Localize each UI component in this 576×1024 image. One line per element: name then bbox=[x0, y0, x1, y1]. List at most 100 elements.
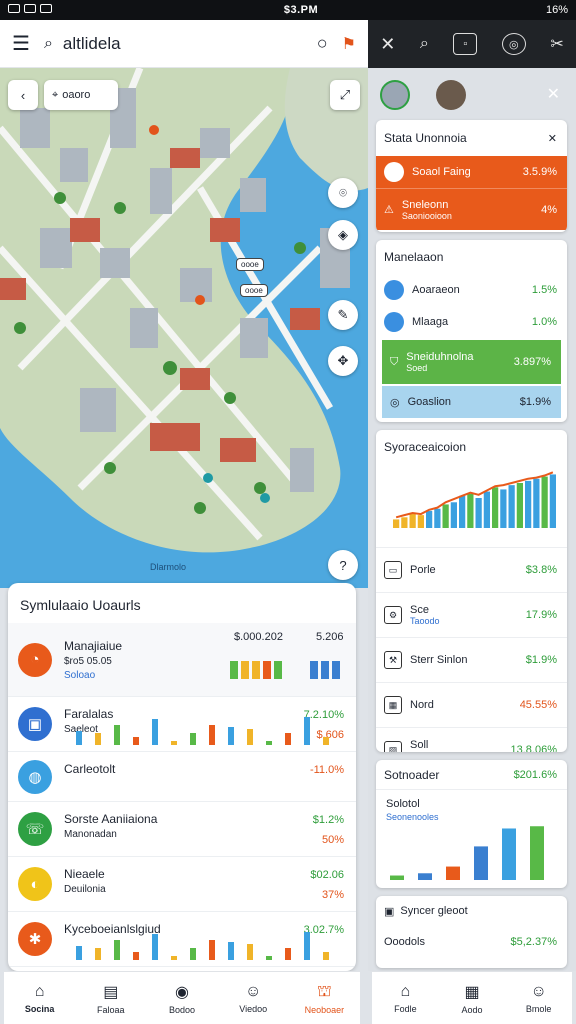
chart-card: Syoraceaicoion ▭ Porle $3.8% ⚙ Sce Taoodo 17.9… bbox=[376, 430, 567, 752]
summary-row[interactable]: ✱ Kyceboeianlslgiud 3.02.7% bbox=[8, 912, 356, 967]
main-row-title: Manajiaiue bbox=[64, 638, 123, 653]
summary-row[interactable]: ☏ Sorste Aaniiaiona Manonadan $1.2% 50% bbox=[8, 802, 356, 857]
avatar[interactable] bbox=[380, 80, 410, 110]
spark-bar bbox=[133, 952, 139, 960]
window-icon[interactable]: ▫ bbox=[453, 33, 478, 55]
avatar[interactable] bbox=[436, 80, 466, 110]
main-row-link[interactable]: Soloao bbox=[64, 670, 122, 681]
map-graphic bbox=[0, 68, 368, 588]
info-button[interactable]: ✎ bbox=[328, 300, 358, 330]
map-label[interactable]: oooe bbox=[240, 284, 268, 297]
spark-bar bbox=[209, 725, 215, 745]
top-bar: ☰ ⌕ altlidela ○ ⚑ bbox=[0, 20, 368, 68]
row-sub: Deuilonia bbox=[64, 884, 106, 895]
location-button[interactable]: ⌾ bbox=[328, 178, 358, 208]
scheduler-link[interactable]: Seonenooles bbox=[376, 810, 567, 822]
chart-bar bbox=[492, 487, 499, 528]
search-icon[interactable]: ⌕ bbox=[420, 35, 429, 53]
search-icon[interactable]: ⌕ bbox=[44, 35, 53, 53]
close-icon[interactable]: ✕ bbox=[547, 84, 560, 104]
chart-bar bbox=[434, 508, 441, 528]
fullscreen-button[interactable]: ⤢ bbox=[330, 80, 360, 110]
menu-card: Manelaaon Aoaraeon 1.5% Mlaaga 1.0% ⛉ Sneid… bbox=[376, 240, 567, 422]
chart-bar bbox=[483, 491, 490, 528]
nav-label: Socina bbox=[24, 1003, 55, 1014]
scheduler-value: $201.6% bbox=[513, 768, 557, 781]
summary-main-row[interactable]: ◔ Manajiaiue $ro5 05.05 Soloao $.000.202… bbox=[8, 623, 356, 697]
chart-bar bbox=[541, 476, 548, 528]
nav-label: Neoboaer bbox=[304, 1004, 345, 1015]
row-title: Carleotolt bbox=[64, 762, 116, 776]
nav-item[interactable]: ◉ Bodoo bbox=[146, 972, 217, 1024]
nav-item[interactable]: ⌂ Socina bbox=[4, 972, 75, 1024]
tools-button[interactable]: ✥ bbox=[328, 346, 358, 376]
scheduler-bar bbox=[390, 875, 404, 880]
status-icons-left bbox=[8, 4, 56, 16]
map-label[interactable]: oooe bbox=[236, 258, 264, 271]
menu-row[interactable]: Aoaraeon 1.5% bbox=[376, 274, 567, 306]
nav-item[interactable]: ⌂ Fodle bbox=[372, 972, 439, 1024]
chart-row[interactable]: ⚒ Sterr Sinlon $1.9% bbox=[376, 637, 567, 682]
row-value: -11.0% bbox=[309, 764, 344, 776]
spark-bar bbox=[323, 952, 329, 960]
menu-row-highlight[interactable]: ⛉ Sneiduhnolna Soed 3.897% bbox=[382, 340, 561, 384]
spark-bar bbox=[247, 944, 253, 960]
menu-row[interactable]: Mlaaga 1.0% bbox=[376, 306, 567, 338]
main-row-value-1: $.000.202 bbox=[234, 631, 283, 643]
city-map[interactable]: ‹ ⌖ oaoro ⤢ ⌾ ◈ ✎ ✥ oooe oooe Dlarmolo ? bbox=[0, 68, 368, 588]
map-search-text: oaoro bbox=[62, 89, 91, 101]
chart-row-label: Nord bbox=[410, 699, 434, 711]
spark-bar bbox=[266, 956, 272, 960]
tools-icon[interactable]: ✂ bbox=[550, 34, 563, 54]
chart-row[interactable]: ▭ Porle $3.8% bbox=[376, 547, 567, 592]
chart-bar bbox=[533, 478, 540, 528]
chart-row[interactable]: ▨ SollSibo 13.8.06% bbox=[376, 727, 567, 752]
record-icon[interactable]: ◎ bbox=[501, 33, 526, 55]
menu-row-label: Goaslion bbox=[407, 396, 452, 408]
menu-row[interactable]: ◎ Goaslion $1.9% bbox=[382, 386, 561, 418]
state-row-label: Sneleonn bbox=[401, 198, 449, 211]
nav-label: Aodo bbox=[461, 1004, 483, 1015]
chart-bar bbox=[401, 517, 408, 528]
row-title: Nieaele bbox=[64, 867, 105, 881]
state-row[interactable]: ⚠ Sneleonn Saoniooioon 4% bbox=[376, 188, 567, 230]
close-icon[interactable]: ✕ bbox=[380, 34, 395, 55]
chart-bar bbox=[409, 513, 416, 528]
status-battery: 16% bbox=[545, 4, 568, 16]
target-icon: ◎ bbox=[390, 396, 400, 409]
row-icon: ▭ bbox=[384, 561, 402, 579]
row-icon: ◍ bbox=[18, 759, 52, 794]
menu-row-label: Aoaraeon bbox=[412, 284, 460, 296]
nav-item[interactable]: ▤ Faloaa bbox=[75, 972, 146, 1024]
chart-bar bbox=[549, 474, 556, 528]
nav-item[interactable]: ☺ Viedoo bbox=[218, 972, 289, 1024]
nav-item[interactable]: ⛫ Neoboaer bbox=[289, 972, 360, 1024]
summary-row[interactable]: ▣ Faralalas Saeleot 7.2.10% $.606 bbox=[8, 697, 356, 752]
back-button[interactable]: ‹ bbox=[8, 80, 38, 110]
menu-row-value: $1.9% bbox=[519, 396, 551, 408]
chart-row[interactable]: ▦ Nord 45.55% bbox=[376, 682, 567, 727]
spark-bar bbox=[95, 733, 101, 745]
status-dot-icon bbox=[384, 162, 404, 182]
search-input[interactable]: altlidela bbox=[63, 34, 317, 54]
notification-icon[interactable]: ⚑ bbox=[342, 34, 356, 54]
nav-item[interactable]: ☺ Bmole bbox=[505, 972, 572, 1024]
folder-icon: ▤ bbox=[103, 983, 119, 1001]
menu-row-label: Mlaaga bbox=[412, 316, 449, 328]
menu-icon[interactable]: ☰ bbox=[12, 31, 30, 56]
chart-row[interactable]: ⚙ Sce Taoodo 17.9% bbox=[376, 592, 567, 637]
map-search-chip[interactable]: ⌖ oaoro bbox=[44, 80, 118, 110]
nav-label: Bodoo bbox=[168, 1004, 196, 1015]
nav-item[interactable]: ▦ Aodo bbox=[439, 972, 506, 1024]
layers-button[interactable]: ◈ bbox=[328, 220, 358, 250]
state-row[interactable]: Soaol Faing 3.5.9% bbox=[376, 156, 567, 188]
chart-bar bbox=[426, 510, 433, 528]
row-value-2: 50% bbox=[321, 834, 344, 846]
help-button[interactable]: ? bbox=[328, 550, 358, 580]
water-label: Dlarmolo bbox=[150, 562, 187, 572]
chart-row-sub: Sibo bbox=[410, 751, 428, 752]
summary-row[interactable]: ◐ Nieaele Deuilonia $02.06 37% bbox=[8, 857, 356, 912]
summary-row[interactable]: ◍ Carleotolt -11.0% bbox=[8, 752, 356, 802]
search-action-icon[interactable]: ○ bbox=[317, 33, 328, 54]
close-icon[interactable]: ✕ bbox=[548, 132, 557, 145]
